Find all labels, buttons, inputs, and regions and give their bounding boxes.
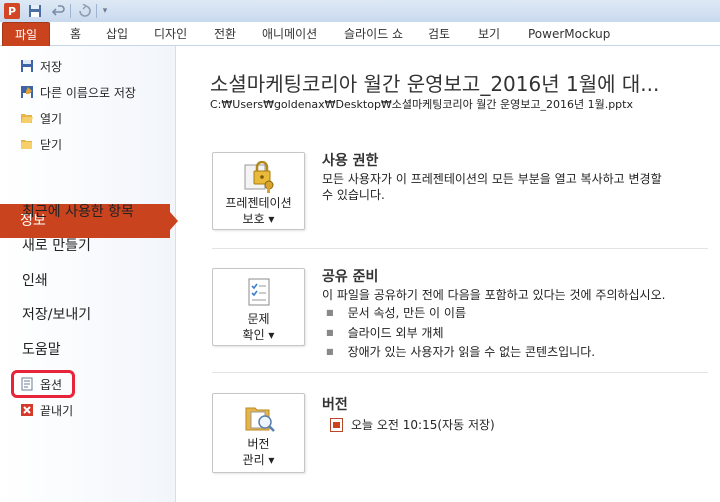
nav-close[interactable]: 닫기 [20, 134, 62, 154]
document-path: C:₩Users₩goldenax₩Desktop₩소셜마케팅코리아 월간 운영… [210, 98, 633, 111]
manage-versions-label-1: 버전 [247, 437, 270, 451]
nav-open-label: 열기 [40, 111, 63, 126]
tab-animations[interactable]: 애니메이션 [262, 22, 317, 46]
section-divider [212, 248, 708, 249]
tab-home[interactable]: 홈 [70, 22, 81, 46]
prepare-bullet: 문서 속성, 만든 이 이름 [326, 304, 466, 321]
customize-toolbar-icon[interactable]: ▾ [100, 3, 110, 19]
nav-print[interactable]: 인쇄 [22, 269, 48, 293]
tab-view[interactable]: 보기 [478, 22, 500, 46]
versions-title: 버전 [322, 397, 348, 413]
tab-transitions[interactable]: 전환 [214, 22, 236, 46]
backstage-nav: 저장 다른 이름으로 저장 열기 닫기 정보 최근에 사용한 항목 새로 만들기… [0, 46, 178, 502]
selected-arrow [170, 212, 178, 230]
section-divider [212, 372, 708, 373]
tab-design[interactable]: 디자인 [154, 22, 187, 46]
quick-access-toolbar: P ▾ [0, 0, 720, 22]
tab-insert[interactable]: 삽입 [106, 22, 128, 46]
toolbar-separator [96, 4, 97, 18]
nav-save-send[interactable]: 저장/보내기 [22, 303, 91, 327]
options-highlight-annotation [11, 370, 75, 398]
nav-exit[interactable]: 끝내기 [20, 400, 73, 420]
lock-key-icon [243, 160, 277, 193]
open-folder-icon [20, 111, 34, 125]
autosave-version-link[interactable]: 오늘 오전 10:15(자동 저장) [330, 416, 495, 433]
autosave-version-label: 오늘 오전 10:15(자동 저장) [351, 418, 495, 432]
check-issues-label-1: 문제 [247, 312, 270, 326]
nav-new[interactable]: 새로 만들기 [22, 234, 91, 258]
nav-recent[interactable]: 최근에 사용한 항목 [22, 200, 134, 224]
nav-save-as[interactable]: 다른 이름으로 저장 [20, 82, 136, 102]
powerpoint-app-icon[interactable]: P [4, 3, 20, 19]
tab-slideshow[interactable]: 슬라이드 쇼 [344, 22, 403, 46]
nav-exit-label: 끝내기 [40, 403, 74, 418]
exit-icon [20, 403, 34, 417]
close-folder-icon [20, 137, 34, 151]
permissions-text-2: 수 있습니다. [322, 188, 385, 202]
nav-help[interactable]: 도움말 [22, 338, 61, 362]
powerpoint-file-icon [330, 417, 343, 432]
tab-powermockup[interactable]: PowerMockup [528, 22, 610, 46]
protect-label-1: 프레젠테이션 [225, 196, 292, 210]
prepare-text: 이 파일을 공유하기 전에 다음을 포함하고 있다는 것에 주의하십시오. [322, 288, 666, 302]
save-icon [20, 59, 34, 73]
protect-presentation-button[interactable]: 프레젠테이션 보호 ▾ [212, 152, 305, 230]
redo-icon[interactable] [78, 3, 92, 19]
document-title: 소셜마케팅코리아 월간 운영보고_2016년 1월에 대... [210, 72, 660, 96]
prepare-bullet: 슬라이드 외부 개체 [326, 324, 444, 341]
ribbon-tabs: 파일 홈 삽입 디자인 전환 애니메이션 슬라이드 쇼 검토 보기 PowerM… [0, 22, 720, 46]
nav-close-label: 닫기 [40, 137, 63, 152]
inspect-document-icon [243, 277, 277, 309]
nav-save-as-label: 다른 이름으로 저장 [40, 85, 136, 100]
tab-file[interactable]: 파일 [2, 22, 50, 46]
prepare-bullet: 장애가 있는 사용자가 읽을 수 없는 콘텐츠입니다. [326, 343, 596, 360]
protect-label-2: 보호 ▾ [242, 212, 275, 226]
tab-review[interactable]: 검토 [428, 22, 450, 46]
prepare-title: 공유 준비 [322, 269, 379, 285]
save-as-icon [20, 85, 34, 99]
versions-folder-icon [243, 402, 277, 434]
nav-save[interactable]: 저장 [20, 56, 62, 76]
save-icon[interactable] [28, 3, 42, 19]
manage-versions-label-2: 관리 ▾ [242, 453, 275, 467]
check-issues-label-2: 확인 ▾ [242, 328, 275, 342]
undo-icon[interactable] [52, 3, 66, 19]
toolbar-separator [70, 4, 71, 18]
nav-open[interactable]: 열기 [20, 108, 62, 128]
check-issues-button[interactable]: 문제 확인 ▾ [212, 268, 305, 346]
manage-versions-button[interactable]: 버전 관리 ▾ [212, 393, 305, 473]
nav-save-label: 저장 [40, 59, 63, 74]
permissions-title: 사용 권한 [322, 153, 379, 169]
